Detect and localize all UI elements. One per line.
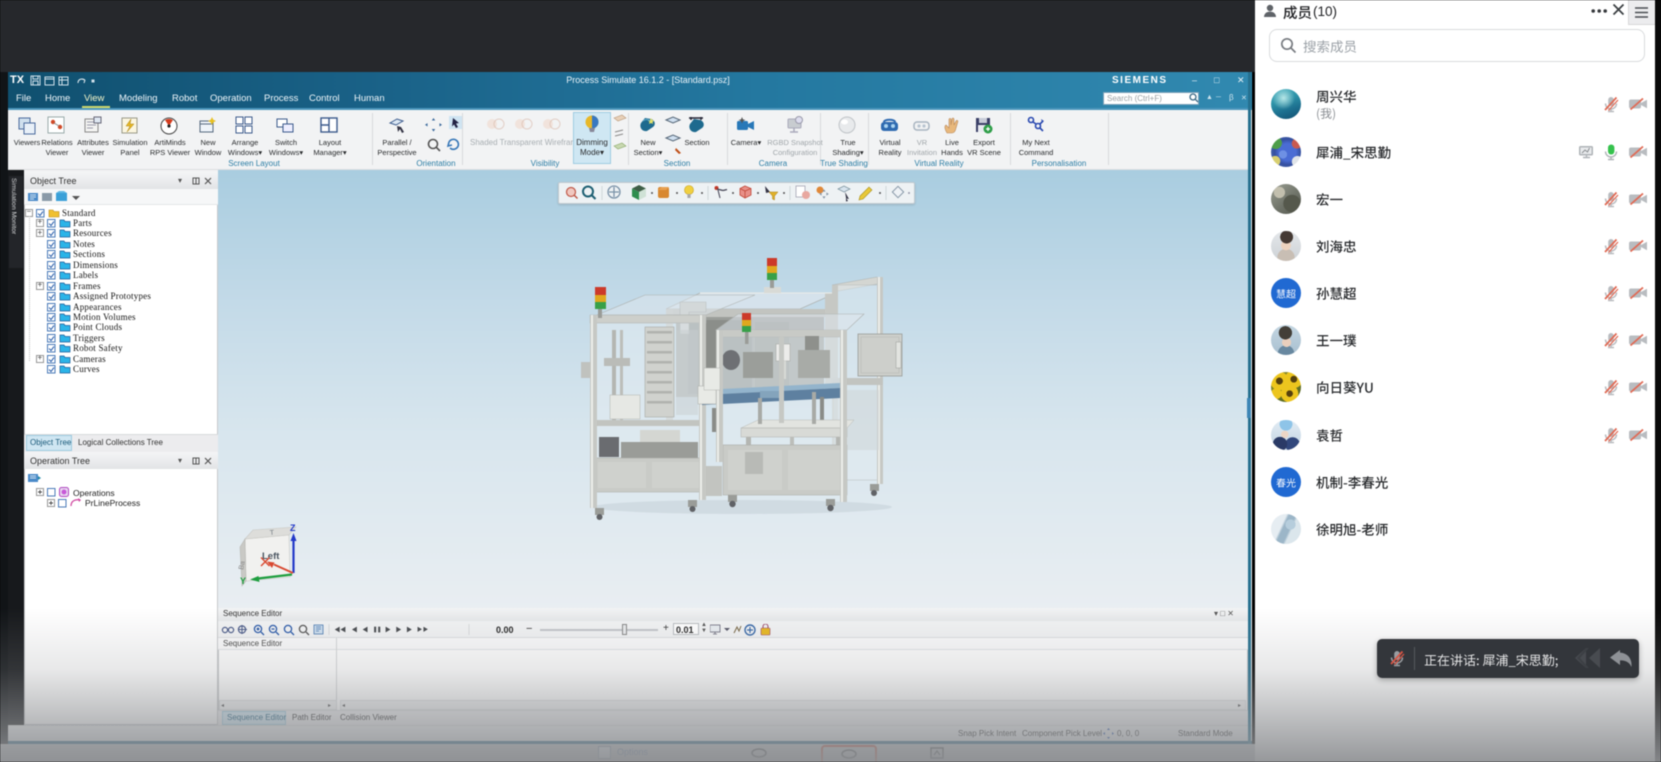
svg-text:Z: Z (290, 523, 296, 533)
svg-text:Y: Y (240, 576, 246, 586)
